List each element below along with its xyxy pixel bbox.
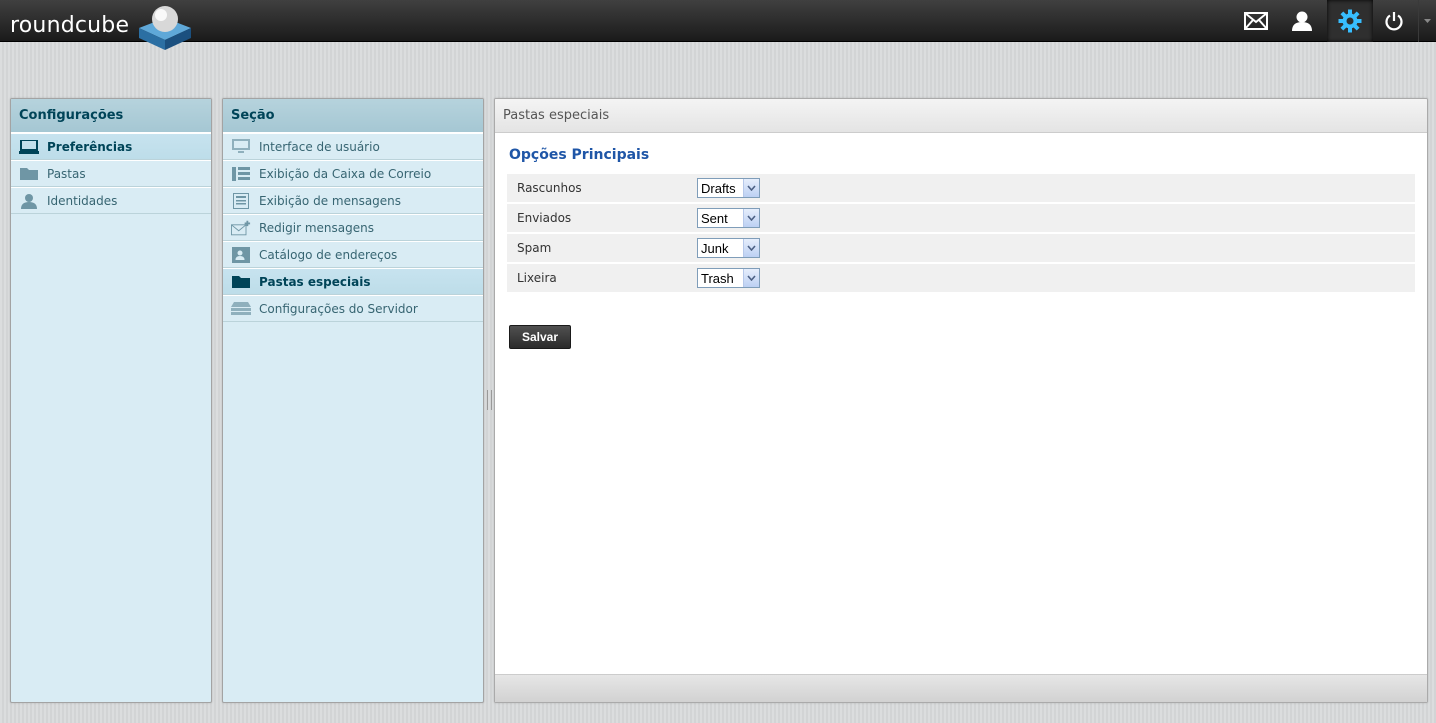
folder-icon	[231, 274, 251, 290]
options-section-title: Opções Principais	[509, 147, 650, 163]
section-item-special-folders[interactable]: Pastas especiais	[223, 268, 483, 295]
trash-folder-select[interactable]: Trash	[697, 268, 760, 288]
settings-panel-title: Configurações	[11, 99, 211, 133]
section-item-message-view[interactable]: Exibição de mensagens	[223, 187, 483, 214]
mail-icon	[1244, 12, 1268, 30]
chevron-down-icon	[743, 179, 759, 197]
settings-button[interactable]	[1327, 0, 1373, 42]
settings-item-folders[interactable]: Pastas	[11, 160, 211, 187]
drafts-folder-select[interactable]: Drafts	[697, 178, 760, 198]
monitor-icon	[231, 139, 251, 155]
laptop-icon	[19, 139, 39, 155]
section-item-server-settings[interactable]: Configurações do Servidor	[223, 295, 483, 322]
select-value: Drafts	[701, 180, 736, 196]
logo-text: roundcube	[10, 13, 130, 38]
content-footer	[495, 674, 1427, 702]
mail-button[interactable]	[1233, 0, 1279, 42]
logout-power-icon	[1385, 12, 1403, 31]
option-row-drafts: Rascunhos Drafts	[507, 174, 1415, 202]
settings-item-label: Preferências	[47, 139, 133, 154]
section-item-compose[interactable]: Redigir mensagens	[223, 214, 483, 241]
section-item-label: Configurações do Servidor	[259, 301, 418, 316]
settings-item-label: Identidades	[47, 193, 118, 208]
option-label: Rascunhos	[517, 181, 582, 195]
option-row-sent: Enviados Sent	[507, 204, 1415, 232]
option-label: Enviados	[517, 211, 572, 225]
select-value: Trash	[701, 270, 734, 286]
top-bar: roundcube	[0, 0, 1436, 50]
settings-item-identities[interactable]: Identidades	[11, 187, 211, 214]
person-icon	[19, 193, 39, 209]
option-row-spam: Spam Junk	[507, 234, 1415, 262]
roundcube-logo[interactable]: roundcube	[10, 6, 191, 50]
section-item-label: Redigir mensagens	[259, 220, 374, 235]
section-item-addressbook[interactable]: Catálogo de endereços	[223, 241, 483, 268]
settings-gear-icon	[1338, 9, 1362, 33]
chevron-down-icon	[1424, 19, 1431, 23]
section-item-label: Pastas especiais	[259, 274, 371, 289]
settings-item-label: Pastas	[47, 166, 86, 181]
server-icon	[231, 301, 251, 317]
contacts-button[interactable]	[1279, 0, 1325, 42]
content-header-title: Pastas especiais	[495, 99, 1427, 133]
compose-icon	[231, 220, 251, 236]
chevron-down-icon	[743, 269, 759, 287]
section-item-user-interface[interactable]: Interface de usuário	[223, 133, 483, 160]
settings-item-preferences[interactable]: Preferências	[11, 133, 211, 160]
option-label: Lixeira	[517, 271, 557, 285]
logout-button[interactable]	[1371, 0, 1417, 42]
logo-cube-icon	[139, 6, 191, 50]
section-item-label: Interface de usuário	[259, 139, 380, 154]
select-value: Junk	[701, 240, 729, 256]
save-button[interactable]: Salvar	[509, 325, 571, 349]
content-panel: Pastas especiais Opções Principais Rascu…	[494, 98, 1428, 703]
option-row-trash: Lixeira Trash	[507, 264, 1415, 292]
section-item-label: Exibição da Caixa de Correio	[259, 166, 432, 181]
section-item-mailbox-view[interactable]: Exibição da Caixa de Correio	[223, 160, 483, 187]
select-value: Sent	[701, 210, 728, 226]
spam-folder-select[interactable]: Junk	[697, 238, 760, 258]
sent-folder-select[interactable]: Sent	[697, 208, 760, 228]
chevron-down-icon	[743, 239, 759, 257]
section-panel-title: Seção	[223, 99, 483, 133]
panel-splitter[interactable]	[487, 390, 492, 410]
mailbox-layout-icon	[231, 166, 251, 182]
option-label: Spam	[517, 241, 552, 255]
addressbook-icon	[231, 246, 251, 263]
folder-icon	[19, 166, 39, 182]
chevron-down-icon	[743, 209, 759, 227]
message-view-icon	[231, 192, 251, 209]
section-panel: Seção Interface de usuário Exibição da C…	[222, 98, 484, 703]
top-menu-dropdown[interactable]	[1418, 0, 1436, 42]
section-item-label: Exibição de mensagens	[259, 193, 402, 208]
contacts-icon	[1292, 11, 1312, 31]
section-item-label: Catálogo de endereços	[259, 247, 398, 262]
settings-panel: Configurações Preferências Pastas Identi…	[10, 98, 212, 703]
